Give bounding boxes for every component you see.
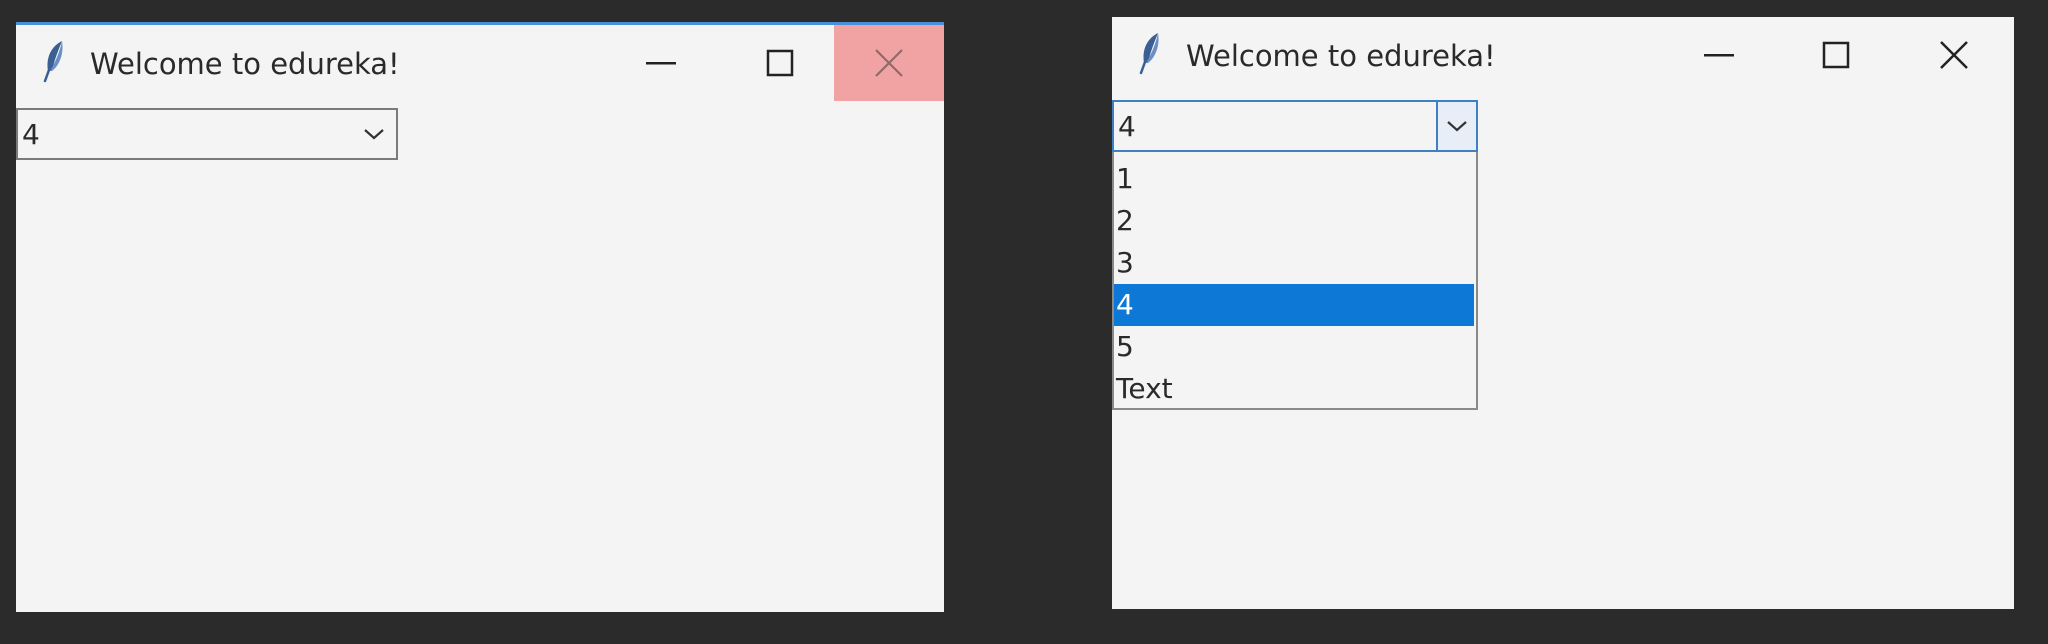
feather-icon [42,39,68,83]
maximize-icon [766,49,794,77]
chevron-down-icon [364,129,384,140]
maximize-button[interactable] [1781,17,1891,93]
dropdown-option-5[interactable]: 5 [1114,326,1474,368]
minimize-button[interactable] [1664,17,1774,93]
title-bar[interactable]: Welcome to edureka! [1112,17,2014,93]
app-window-open-combo: Welcome to edureka! 4 1 2 3 4 5 Text [1112,17,2014,609]
feather-icon [1138,31,1164,75]
close-icon [875,49,903,77]
maximize-button[interactable] [725,25,835,101]
number-combobox[interactable]: 4 [1112,100,1478,152]
combobox-value: 4 [22,118,40,151]
close-button[interactable] [1899,17,2009,93]
number-combobox[interactable]: 4 [16,108,398,160]
chevron-down-icon [1447,121,1467,132]
maximize-icon [1822,41,1850,69]
combobox-arrow-button[interactable] [354,112,394,156]
close-icon [1940,41,1968,69]
dropdown-option-2[interactable]: 2 [1114,200,1474,242]
window-title: Welcome to edureka! [1186,39,1496,73]
dropdown-option-3[interactable]: 3 [1114,242,1474,284]
close-button[interactable] [834,25,944,101]
dropdown-option-text[interactable]: Text [1114,368,1474,410]
combobox-arrow-button[interactable] [1436,102,1476,150]
dropdown-option-4-selected[interactable]: 4 [1114,284,1474,326]
window-title: Welcome to edureka! [90,47,400,81]
combobox-dropdown-list: 1 2 3 4 5 Text [1112,152,1478,410]
combobox-value: 4 [1118,110,1136,143]
minimize-button[interactable] [606,25,716,101]
title-bar[interactable]: Welcome to edureka! [16,25,944,101]
dropdown-option-1[interactable]: 1 [1114,158,1474,200]
minimize-icon [1704,54,1734,57]
minimize-icon [646,62,676,65]
app-window-closed-combo: Welcome to edureka! 4 [16,22,944,612]
